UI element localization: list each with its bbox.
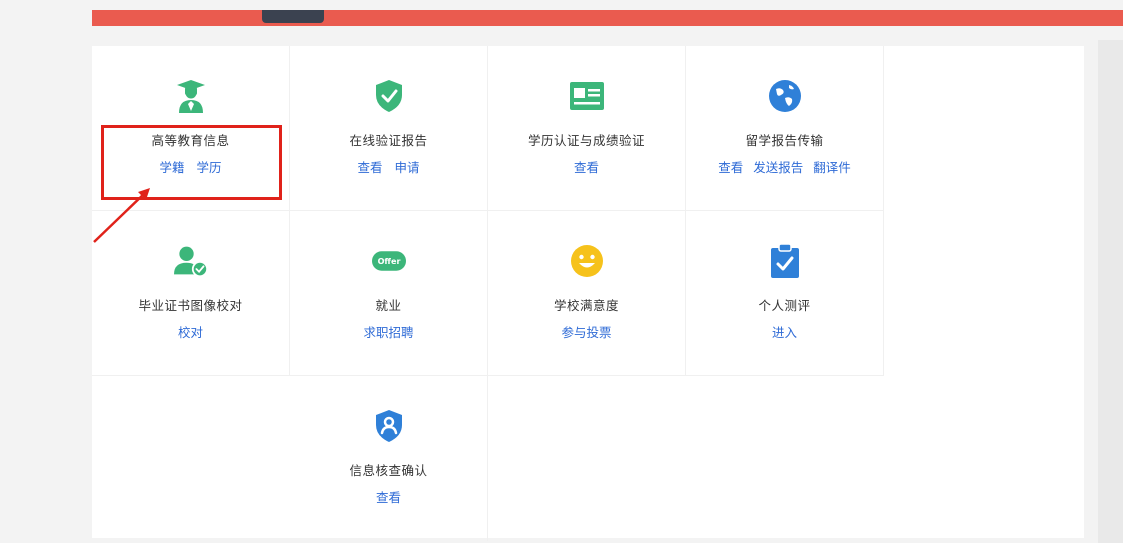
service-title: 毕业证书图像校对 xyxy=(138,298,243,313)
globe-icon xyxy=(768,79,802,113)
service-title: 学校满意度 xyxy=(553,298,619,313)
link-check[interactable]: 校对 xyxy=(178,322,203,341)
smiley-icon xyxy=(570,244,604,278)
link-view[interactable]: 查看 xyxy=(376,487,401,506)
service-links: 查看 发送报告 翻译件 xyxy=(718,157,851,176)
link-enter[interactable]: 进入 xyxy=(772,322,797,341)
service-school-satisfaction: 学校满意度 参与投票 xyxy=(488,211,686,376)
service-links: 查看 xyxy=(574,157,599,176)
service-employment: Offer 就业 求职招聘 xyxy=(290,211,488,376)
link-vote[interactable]: 参与投票 xyxy=(561,322,611,341)
link-view[interactable]: 查看 xyxy=(574,157,599,176)
clipboard-check-icon xyxy=(768,244,802,278)
service-links: 参与投票 xyxy=(561,322,611,341)
link-send-report[interactable]: 发送报告 xyxy=(753,157,803,176)
annotation-arrow-icon xyxy=(93,188,150,243)
link-translation[interactable]: 翻译件 xyxy=(813,157,851,176)
service-links: 校对 xyxy=(178,322,203,341)
shield-user-icon xyxy=(372,409,406,443)
graduate-icon xyxy=(174,79,208,113)
service-title: 信息核查确认 xyxy=(349,463,428,478)
user-check-icon xyxy=(173,244,208,278)
link-view[interactable]: 查看 xyxy=(718,157,743,176)
service-online-verification: 在线验证报告 查看 申请 xyxy=(290,46,488,211)
service-study-abroad-report: 留学报告传输 查看 发送报告 翻译件 xyxy=(686,46,884,211)
header-tab[interactable] xyxy=(262,10,324,23)
scrollbar-track[interactable] xyxy=(1098,40,1123,543)
service-links: 求职招聘 xyxy=(363,322,413,341)
service-links: 查看 xyxy=(376,487,401,506)
service-title: 学历认证与成绩验证 xyxy=(527,133,645,148)
service-info-verification: 信息核查确认 查看 xyxy=(290,376,488,541)
link-apply[interactable]: 申请 xyxy=(395,157,420,176)
link-job-search[interactable]: 求职招聘 xyxy=(363,322,413,341)
header-bar xyxy=(92,10,1123,26)
service-personal-assessment: 个人测评 进入 xyxy=(686,211,884,376)
services-panel: 高等教育信息 学籍 学历 在线验证报告 查看 申请 学历认证与成绩验证 查看 留… xyxy=(92,46,1084,541)
service-links: 查看 申请 xyxy=(357,157,419,176)
link-view[interactable]: 查看 xyxy=(357,157,382,176)
service-title: 就业 xyxy=(375,298,402,313)
offer-icon: Offer xyxy=(371,244,406,278)
service-title: 留学报告传输 xyxy=(745,133,824,148)
id-card-icon xyxy=(569,79,604,113)
shield-check-icon xyxy=(372,79,406,113)
service-title: 个人测评 xyxy=(758,298,811,313)
service-title: 在线验证报告 xyxy=(349,133,428,148)
service-links: 进入 xyxy=(772,322,797,341)
service-degree-certification: 学历认证与成绩验证 查看 xyxy=(488,46,686,211)
offer-badge-text: Offer xyxy=(377,256,400,266)
